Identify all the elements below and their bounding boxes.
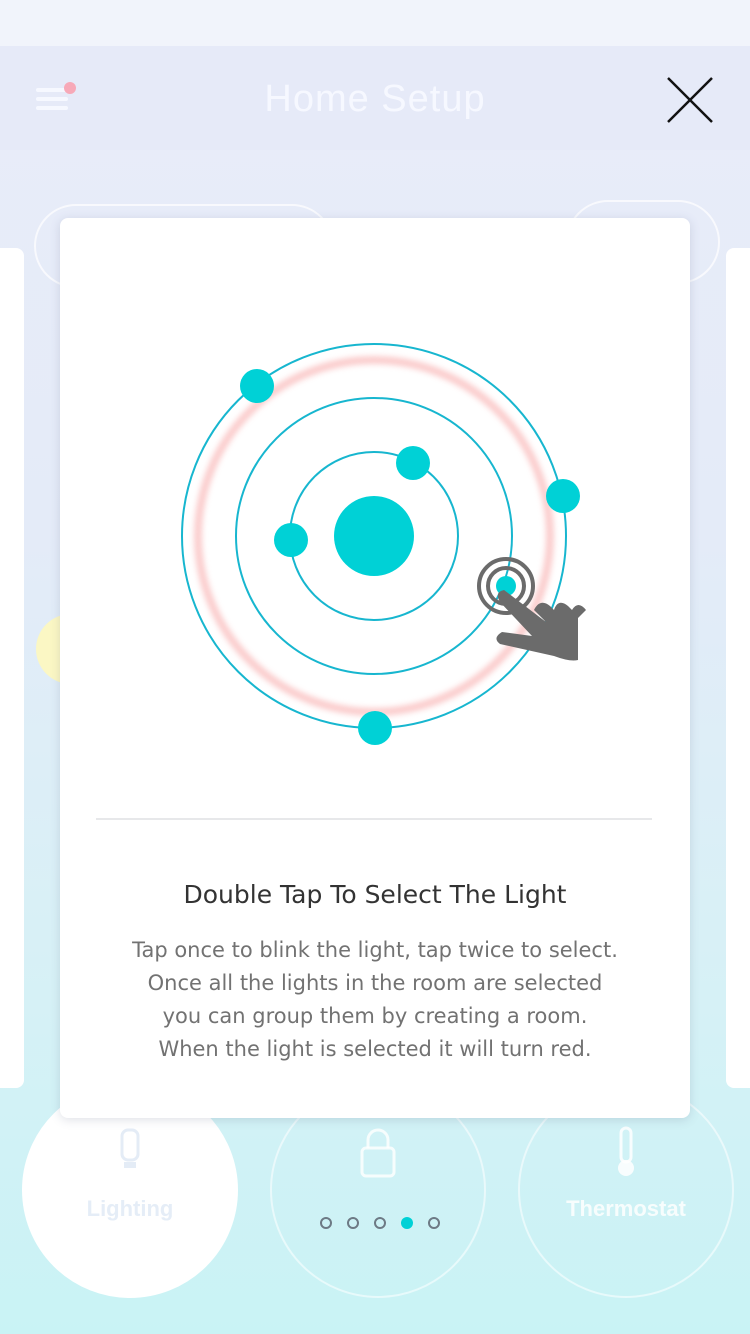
card-title: Double Tap To Select The Light [183,880,567,909]
page-indicator [320,1212,450,1229]
bulb-icon [120,1128,140,1168]
page-dot[interactable] [320,1216,332,1229]
card-description: Tap once to blink the light, tap twice t… [132,938,618,1061]
light-node [546,479,580,513]
page-dot[interactable] [374,1216,387,1229]
page-dot-active[interactable] [401,1216,414,1229]
light-node [358,711,392,745]
light-selection-illustration [181,343,586,745]
light-node [240,369,274,403]
light-node [396,446,430,480]
page-title: Home Setup [264,78,486,120]
page-dot[interactable] [428,1216,441,1229]
light-node [274,523,308,557]
hub-dot [334,496,414,576]
status-bar [0,0,750,46]
page-dot[interactable] [347,1216,360,1229]
onboarding-card: Double Tap To Select The Light Tap once … [60,218,690,1118]
card-divider [96,818,652,820]
next-card [726,248,750,1088]
previous-card [0,248,24,1088]
close-icon[interactable] [662,72,718,128]
lock-icon [360,1128,396,1178]
category-label: Lighting [86,1196,174,1221]
category-label: Thermostat [566,1196,686,1221]
thermometer-icon [618,1126,634,1176]
